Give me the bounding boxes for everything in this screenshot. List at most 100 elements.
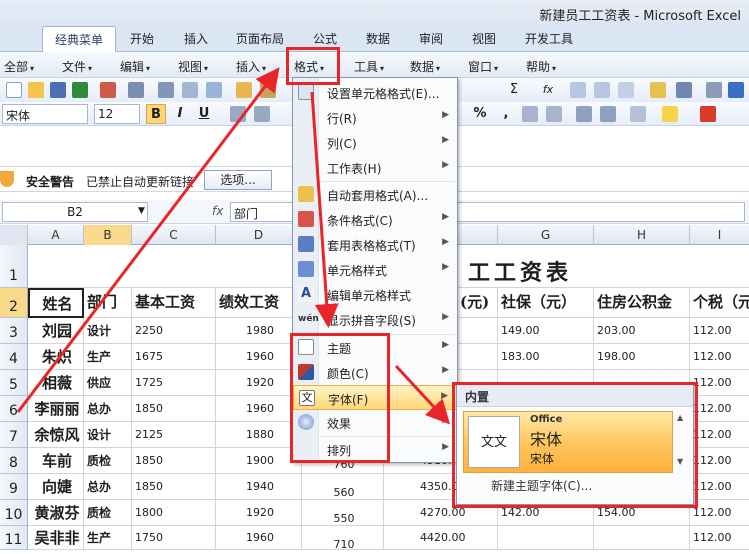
menu-format[interactable]: 格式 ▾ — [294, 58, 324, 75]
menu-item-fonts[interactable]: 文 字体(F) ▶ — [293, 385, 457, 410]
permission-icon[interactable] — [100, 82, 116, 98]
table-cell-i[interactable]: 112.00 — [690, 448, 749, 474]
menu-item-table-style[interactable]: 套用表格格式(T) ▶ — [293, 232, 457, 257]
spelling-icon[interactable] — [236, 82, 252, 98]
row-header-2[interactable]: 2 — [0, 288, 28, 318]
menu-item-cell-style[interactable]: 单元格样式 ▶ — [293, 257, 457, 282]
table-cell-dept[interactable]: 设计 — [84, 318, 132, 344]
table-cell-g[interactable]: 183.00 — [498, 344, 594, 370]
table-cell-perf[interactable]: 1940 — [216, 474, 302, 500]
table-cell-i[interactable]: 112.00 — [690, 396, 749, 422]
table-cell-base[interactable]: 1850 — [132, 474, 216, 500]
row-header-10[interactable]: 10 — [0, 500, 28, 526]
row-header-8[interactable]: 8 — [0, 448, 28, 474]
print-icon[interactable] — [158, 82, 174, 98]
options-button[interactable]: 选项... — [204, 170, 272, 190]
col-header-h[interactable]: H — [594, 225, 690, 245]
table-cell-g[interactable]: 149.00 — [498, 318, 594, 344]
table-cell-dept[interactable]: 质检 — [84, 448, 132, 474]
table-cell-e[interactable]: 560 — [302, 474, 384, 500]
tab-page-layout[interactable]: 页面布局 — [236, 30, 284, 47]
fill-color-icon[interactable] — [662, 106, 678, 122]
table-cell-dept[interactable]: 生产 — [84, 344, 132, 370]
menu-all[interactable]: 全部 ▾ — [4, 58, 34, 75]
table-cell-perf[interactable]: 1980 — [216, 318, 302, 344]
row-header-6[interactable]: 6 — [0, 396, 28, 422]
menu-item-worksheet[interactable]: 工作表(H) ▶ — [293, 155, 457, 180]
table-cell-i[interactable]: 112.00 — [690, 474, 749, 500]
borders-icon[interactable] — [630, 106, 646, 122]
comma-button[interactable]: , — [496, 104, 516, 124]
row-header-1[interactable]: 1 — [0, 245, 28, 288]
table-cell-e[interactable]: 710 — [302, 526, 384, 550]
font-color-icon[interactable] — [700, 106, 716, 122]
table-cell-i[interactable]: 112.00 — [690, 500, 749, 526]
align-center-icon[interactable] — [254, 106, 270, 122]
menu-item-autoformat[interactable]: 自动套用格式(A)... — [293, 182, 457, 207]
col-header-a[interactable]: A — [28, 225, 84, 245]
open-folder-icon[interactable] — [28, 82, 44, 98]
menu-item-conditional-format[interactable]: 条件格式(C) ▶ — [293, 207, 457, 232]
table-cell-i[interactable]: 112.00 — [690, 370, 749, 396]
table-cell-name[interactable]: 车前 — [28, 448, 84, 474]
cut-icon[interactable] — [260, 82, 276, 98]
row-header-11[interactable]: 11 — [0, 526, 28, 550]
table-cell-base[interactable]: 1800 — [132, 500, 216, 526]
tab-view[interactable]: 视图 — [472, 30, 496, 47]
table-cell-i[interactable]: 112.00 — [690, 422, 749, 448]
header-cell-social[interactable]: 社保（元） — [498, 288, 594, 318]
table-cell-perf[interactable]: 1880 — [216, 422, 302, 448]
col-header-g[interactable]: G — [498, 225, 594, 245]
table-cell-name[interactable]: 向婕 — [28, 474, 84, 500]
table-cell-base[interactable]: 1850 — [132, 396, 216, 422]
table-cell-h[interactable]: 198.00 — [594, 344, 690, 370]
table-cell-name[interactable]: 刘园 — [28, 318, 84, 344]
scroll-down-icon[interactable]: ▼ — [677, 457, 683, 466]
table-cell-name[interactable]: 朱炽 — [28, 344, 84, 370]
menu-item-row[interactable]: 行(R) ▶ — [293, 105, 457, 130]
table-cell-perf[interactable]: 1960 — [216, 344, 302, 370]
menu-item-phonetic[interactable]: wén 显示拼音字段(S) ▶ — [293, 307, 457, 332]
header-cell-perf[interactable]: 绩效工资 — [216, 288, 302, 318]
header-cell-tax[interactable]: 个税（元 — [690, 288, 749, 318]
table-cell-dept[interactable]: 质检 — [84, 500, 132, 526]
table-cell-base[interactable]: 1675 — [132, 344, 216, 370]
header-cell-dept[interactable]: 部门 — [84, 288, 132, 318]
table-cell-perf[interactable]: 1920 — [216, 500, 302, 526]
tab-home[interactable]: 开始 — [130, 30, 154, 47]
row-header-9[interactable]: 9 — [0, 474, 28, 500]
table-cell-base[interactable]: 1750 — [132, 526, 216, 550]
grid-icon[interactable] — [706, 82, 722, 98]
help-icon[interactable] — [728, 82, 744, 98]
menu-file[interactable]: 文件 ▾ — [62, 58, 92, 75]
select-all-corner[interactable] — [0, 225, 28, 245]
table-cell-g[interactable] — [498, 526, 594, 550]
filter-icon[interactable] — [618, 82, 634, 98]
sum-button[interactable]: Σ — [504, 80, 524, 100]
table-cell-name[interactable]: 吴非非 — [28, 526, 84, 550]
menu-edit[interactable]: 编辑 ▾ — [120, 58, 150, 75]
menu-item-effects[interactable]: 效果 ▶ — [293, 410, 457, 435]
name-box[interactable]: B2 — [2, 202, 148, 222]
decrease-decimal-icon[interactable] — [546, 106, 562, 122]
table-cell-perf[interactable]: 1920 — [216, 370, 302, 396]
table-cell-dept[interactable]: 供应 — [84, 370, 132, 396]
table-cell-perf[interactable]: 1960 — [216, 396, 302, 422]
col-header-b[interactable]: B — [84, 225, 132, 245]
save-icon[interactable] — [50, 82, 66, 98]
table-cell-base[interactable]: 2250 — [132, 318, 216, 344]
align-left-icon[interactable] — [230, 106, 246, 122]
col-header-c[interactable]: C — [132, 225, 216, 245]
drawing-icon[interactable] — [676, 82, 692, 98]
table-cell-dept[interactable]: 总办 — [84, 474, 132, 500]
tab-classic-menu[interactable]: 经典菜单 — [42, 26, 117, 52]
tab-data[interactable]: 数据 — [366, 30, 390, 47]
table-cell-i[interactable]: 112.00 — [690, 344, 749, 370]
header-cell-housing[interactable]: 住房公积金 — [594, 288, 690, 318]
chevron-down-icon[interactable]: ▼ — [138, 206, 145, 216]
font-size-select[interactable]: 12 — [94, 104, 140, 124]
table-cell-perf[interactable]: 1900 — [216, 448, 302, 474]
bold-button[interactable]: B — [146, 104, 166, 124]
italic-button[interactable]: I — [170, 104, 190, 124]
menu-help[interactable]: 帮助 ▾ — [526, 58, 556, 75]
